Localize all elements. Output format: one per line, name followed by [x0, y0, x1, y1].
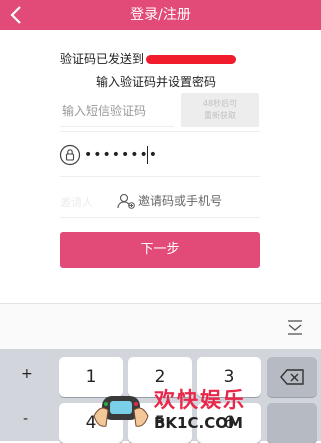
divider: [60, 217, 260, 218]
set-password-instruction: 输入验证码并设置密码: [96, 75, 217, 89]
password-input[interactable]: ••••••••: [84, 142, 184, 168]
hide-keyboard-icon[interactable]: [286, 318, 304, 336]
user-add-icon: [117, 193, 135, 209]
text-cursor: [147, 146, 148, 164]
plus-key[interactable]: +: [21, 366, 33, 382]
sms-code-input[interactable]: [60, 96, 174, 127]
inviter-label: 邀请人: [60, 196, 93, 209]
resend-countdown-text: 48秒后可: [202, 99, 238, 108]
watermark: 欢快娱乐 BK1C.COM: [92, 380, 312, 441]
minus-key[interactable]: -: [23, 411, 28, 427]
app-header: 登录/注册: [0, 0, 321, 30]
redacted-phone-number: [146, 55, 237, 64]
divider: [60, 176, 260, 177]
watermark-site: BK1C.COM: [154, 414, 243, 432]
divider: [60, 131, 260, 132]
keyboard-toolbar: [0, 303, 321, 350]
watermark-title: 欢快娱乐: [154, 388, 246, 412]
next-step-button[interactable]: 下一步: [60, 232, 260, 268]
gamepad-hands-icon: [93, 396, 149, 427]
code-sent-text: 验证码已发送到: [60, 52, 145, 66]
code-sent-notice: 验证码已发送到: [60, 50, 237, 67]
page-title: 登录/注册: [130, 7, 191, 23]
resend-label-text: 重新获取: [204, 111, 236, 120]
lock-icon: [59, 144, 81, 166]
invite-code-input[interactable]: [138, 190, 258, 212]
resend-code-button[interactable]: 48秒后可 重新获取: [181, 93, 259, 127]
